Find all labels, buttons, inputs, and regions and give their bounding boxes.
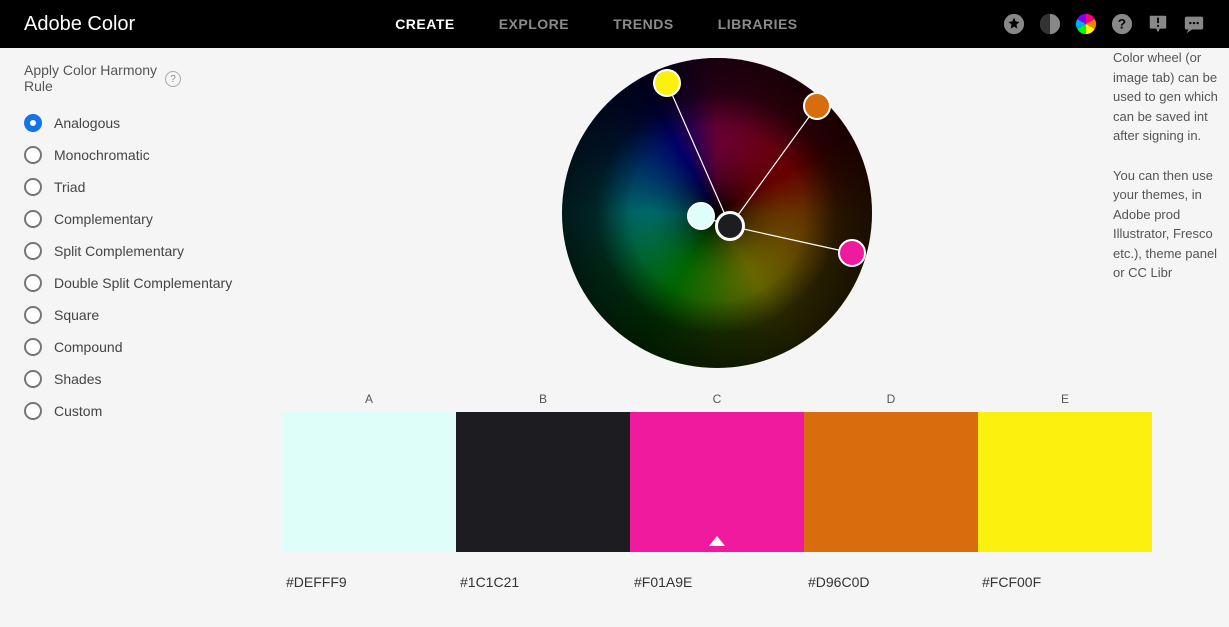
hex-value[interactable]: #1C1C21	[456, 574, 630, 590]
info-text-2: You can then use your themes, in Adobe p…	[1113, 166, 1225, 283]
header-icon-bar: ?	[1003, 13, 1205, 35]
info-text-1: Color wheel (or image tab) can be used t…	[1113, 48, 1225, 146]
app-header: Adobe Color CREATE EXPLORE TRENDS LIBRAR…	[0, 0, 1229, 48]
star-icon[interactable]	[1003, 13, 1025, 35]
radio-icon	[24, 178, 42, 196]
rule-label: Custom	[54, 403, 102, 419]
radio-icon	[24, 338, 42, 356]
wheel-handle[interactable]	[715, 211, 745, 241]
sidebar-title-line2: Rule	[24, 78, 157, 94]
rule-label: Complementary	[54, 211, 153, 227]
nav-create[interactable]: CREATE	[395, 16, 455, 32]
color-wheel-icon[interactable]	[1075, 13, 1097, 35]
swatch-label: D	[804, 386, 978, 412]
chat-icon[interactable]	[1183, 13, 1205, 35]
swatch-area: ABCDE #DEFFF9#1C1C21#F01A9E#D96C0D#FCF00…	[205, 386, 1229, 590]
wheel-handle[interactable]	[803, 92, 831, 120]
info-panel: Color wheel (or image tab) can be used t…	[1109, 48, 1229, 303]
swatch-label: A	[282, 386, 456, 412]
rule-label: Shades	[54, 371, 101, 387]
radio-icon	[24, 210, 42, 228]
logo[interactable]: Adobe Color	[24, 13, 135, 36]
swatch-c[interactable]	[630, 412, 804, 552]
radio-icon	[24, 306, 42, 324]
radio-icon	[24, 242, 42, 260]
wheel-handle[interactable]	[653, 69, 681, 97]
help-icon[interactable]: ?	[1111, 13, 1133, 35]
rule-label: Analogous	[54, 115, 120, 131]
radio-icon	[24, 146, 42, 164]
radio-icon	[24, 274, 42, 292]
swatch-label: E	[978, 386, 1152, 412]
wheel-handle[interactable]	[838, 239, 866, 267]
swatch-labels-row: ABCDE	[282, 386, 1152, 412]
swatch-row	[282, 412, 1152, 552]
swatch-label: B	[456, 386, 630, 412]
sidebar-help-icon[interactable]: ?	[165, 69, 181, 88]
hex-row: #DEFFF9#1C1C21#F01A9E#D96C0D#FCF00F	[282, 574, 1152, 590]
rule-label: Triad	[54, 179, 85, 195]
swatch-b[interactable]	[456, 412, 630, 552]
rule-label: Square	[54, 307, 99, 323]
main-area: ABCDE #DEFFF9#1C1C21#F01A9E#D96C0D#FCF00…	[205, 48, 1229, 627]
nav-libraries[interactable]: LIBRARIES	[718, 16, 798, 32]
color-wheel[interactable]	[562, 58, 872, 368]
sidebar-title-line1: Apply Color Harmony	[24, 62, 157, 78]
swatch-d[interactable]	[804, 412, 978, 552]
swatch-e[interactable]	[978, 412, 1152, 552]
swatch-a[interactable]	[282, 412, 456, 552]
nav-explore[interactable]: EXPLORE	[499, 16, 569, 32]
main-nav: CREATE EXPLORE TRENDS LIBRARIES	[395, 16, 797, 32]
radio-icon	[24, 370, 42, 388]
svg-text:?: ?	[1118, 17, 1126, 32]
rule-label: Monochromatic	[54, 147, 150, 163]
swatch-label: C	[630, 386, 804, 412]
radio-icon	[24, 402, 42, 420]
rule-label: Compound	[54, 339, 123, 355]
wheel-handle[interactable]	[687, 202, 715, 230]
nav-trends[interactable]: TRENDS	[613, 16, 674, 32]
alert-icon[interactable]	[1147, 13, 1169, 35]
contrast-icon[interactable]	[1039, 13, 1061, 35]
hex-value[interactable]: #DEFFF9	[282, 574, 456, 590]
hex-value[interactable]: #FCF00F	[978, 574, 1152, 590]
hex-value[interactable]: #D96C0D	[804, 574, 978, 590]
rule-label: Split Complementary	[54, 243, 184, 259]
hex-value[interactable]: #F01A9E	[630, 574, 804, 590]
radio-icon	[24, 114, 42, 132]
